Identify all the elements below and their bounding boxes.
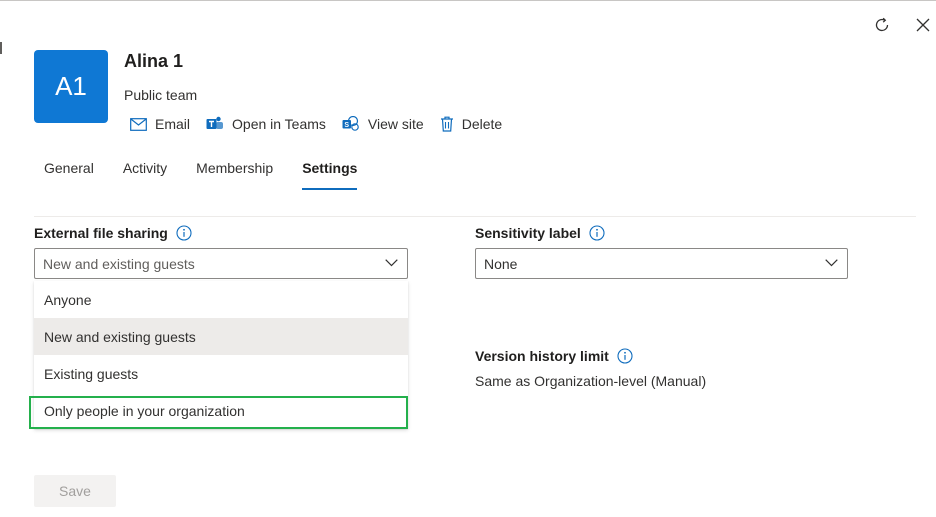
view-site-button[interactable]: S View site <box>342 116 424 132</box>
chevron-down-icon <box>385 259 398 267</box>
info-icon[interactable] <box>617 348 633 364</box>
action-bar: Email Open in Teams S View site Delete <box>130 113 518 135</box>
close-button[interactable] <box>912 14 934 36</box>
trash-icon <box>440 116 453 132</box>
panel-edge-marker <box>0 42 2 54</box>
teams-icon <box>206 116 224 129</box>
version-history-label: Version history limit <box>475 348 609 364</box>
svg-text:S: S <box>344 122 349 129</box>
open-in-teams-button[interactable]: Open in Teams <box>206 116 326 132</box>
tab-activity[interactable]: Activity <box>123 160 167 190</box>
external-sharing-label: External file sharing <box>34 225 168 241</box>
open-in-teams-label: Open in Teams <box>232 116 326 132</box>
delete-team-button[interactable]: Delete <box>440 116 502 132</box>
tab-membership[interactable]: Membership <box>196 160 273 190</box>
tab-divider <box>34 216 916 217</box>
option-existing-guests[interactable]: Existing guests <box>34 355 408 392</box>
external-sharing-selected-value: New and existing guests <box>43 255 195 272</box>
team-avatar: A1 <box>34 50 108 123</box>
tab-settings[interactable]: Settings <box>302 160 358 190</box>
option-new-and-existing-guests[interactable]: New and existing guests <box>34 318 408 355</box>
sensitivity-field-label: Sensitivity label <box>475 225 605 241</box>
tab-bar: General Activity Membership Settings <box>44 160 386 190</box>
email-action-button[interactable]: Email <box>130 116 190 132</box>
info-icon[interactable] <box>589 225 605 241</box>
external-sharing-options-list: Anyone New and existing guests Existing … <box>34 281 408 429</box>
option-only-people-in-organization[interactable]: Only people in your organization <box>34 392 408 429</box>
refresh-button[interactable] <box>871 14 893 36</box>
close-icon <box>916 18 930 32</box>
sensitivity-selected-value: None <box>484 255 518 272</box>
tab-general[interactable]: General <box>44 160 94 190</box>
top-border <box>0 0 936 1</box>
sharepoint-icon: S <box>342 116 359 131</box>
team-name: Alina 1 <box>124 51 184 71</box>
delete-label: Delete <box>461 116 503 132</box>
refresh-icon <box>875 17 889 32</box>
email-action-label: Email <box>155 116 191 132</box>
external-sharing-field-label: External file sharing <box>34 225 192 241</box>
info-icon[interactable] <box>176 225 192 241</box>
option-anyone[interactable]: Anyone <box>34 281 408 318</box>
team-type: Public team <box>124 87 198 103</box>
chevron-down-icon <box>825 259 838 267</box>
view-site-label: View site <box>367 116 424 132</box>
version-history-value: Same as Organization-level (Manual) <box>475 373 707 389</box>
sensitivity-label: Sensitivity label <box>475 225 581 241</box>
save-button[interactable]: Save <box>34 475 116 507</box>
external-sharing-dropdown[interactable]: New and existing guests <box>34 248 408 279</box>
version-history-field-label: Version history limit <box>475 348 633 364</box>
mail-icon <box>130 117 147 131</box>
sensitivity-dropdown[interactable]: None <box>475 248 848 279</box>
